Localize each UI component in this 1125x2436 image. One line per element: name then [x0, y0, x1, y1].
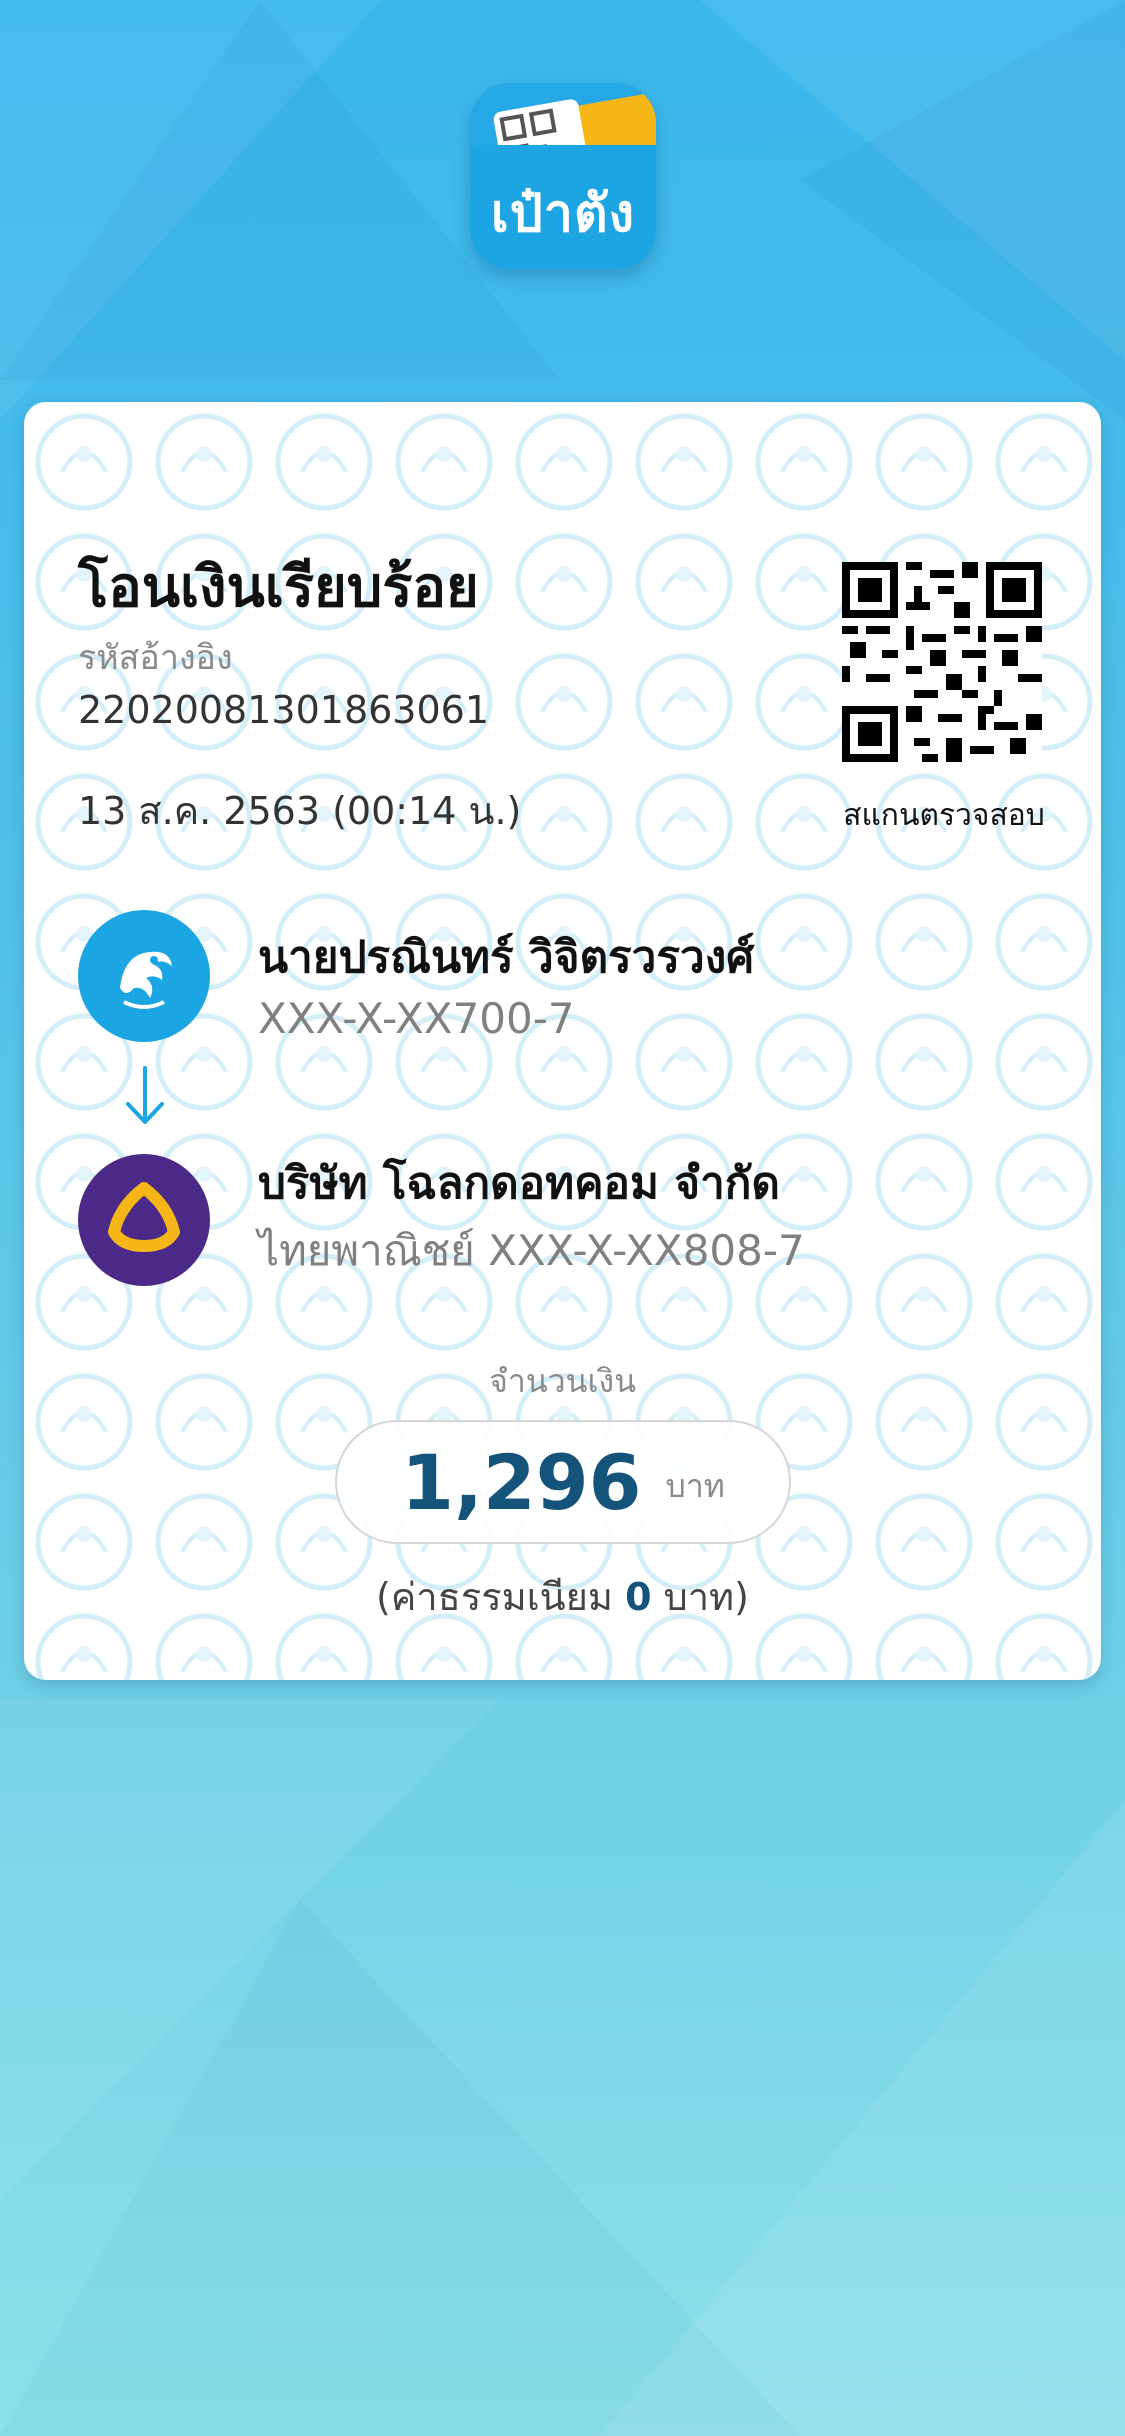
fee-value: 0: [625, 1575, 652, 1619]
sender-account: XXX-X-XX700-7: [258, 994, 575, 1043]
amount-pill: 1,296 บาท: [335, 1420, 791, 1544]
receiver-account: ไทยพาณิชย์ XXX-X-XX808-7: [258, 1226, 805, 1275]
fee-suffix: บาท): [651, 1575, 749, 1619]
receipt-title: โอนเงินเรียบร้อย: [78, 555, 479, 620]
amount-value: 1,296: [401, 1437, 642, 1527]
receiver-name: บริษัท โฉลกดอทคอม จำกัด: [258, 1158, 780, 1209]
app-icon-label: เป๋าตัง: [490, 184, 636, 244]
arrow-down-icon: [126, 1066, 164, 1124]
sender-name: นายปรณินทร์ วิจิตรวรวงศ์: [258, 932, 755, 983]
fee-prefix: (ค่าธรรมเนียม: [376, 1575, 626, 1619]
transfer-receipt: โอนเงินเรียบร้อย รหัสอ้างอิง 22020081301…: [24, 402, 1101, 1680]
krungthai-bank-logo: [78, 910, 210, 1042]
amount-label: จำนวนเงิน: [489, 1362, 636, 1400]
transaction-date: 13 ส.ค. 2563 (00:14 น.): [78, 789, 522, 833]
fee-text: (ค่าธรรมเนียม 0 บาท): [24, 1566, 1101, 1627]
reference-number: 22020081301863061: [78, 688, 490, 732]
amount-unit: บาท: [665, 1466, 725, 1505]
scan-verify-label: สแกนตรวจสอบ: [843, 798, 1045, 833]
qr-code-icon[interactable]: [842, 562, 1042, 762]
reference-label: รหัสอ้างอิง: [78, 638, 233, 678]
app-icon: เป๋าตัง: [470, 83, 656, 269]
scb-bank-logo: [78, 1154, 210, 1286]
